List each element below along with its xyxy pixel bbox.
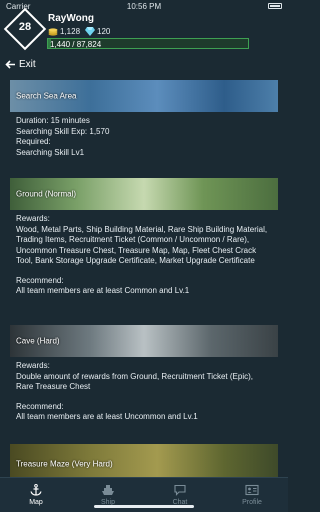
home-indicator: [94, 505, 194, 508]
ship-icon: [102, 485, 114, 495]
back-arrow-icon: [5, 60, 15, 69]
area-title: Search Sea Area: [16, 91, 77, 101]
tab-map[interactable]: Map: [0, 478, 72, 512]
rewards-label: Rewards:: [16, 361, 50, 370]
rewards-text: Wood, Metal Parts, Ship Building Materia…: [16, 224, 268, 266]
area-details: Rewards: Double amount of rewards from G…: [10, 357, 278, 423]
rewards-label: Rewards:: [16, 214, 50, 223]
coins-icon: [48, 28, 58, 36]
area-details: Duration: 15 minutes Searching Skill Exp…: [10, 112, 278, 158]
player-name: RayWong: [48, 13, 94, 24]
area-title: Ground (Normal): [16, 189, 77, 199]
gem-icon: [85, 27, 96, 36]
area-banner-ground[interactable]: Ground (Normal): [10, 178, 278, 210]
exp-bar: 1,440 / 87,824: [47, 38, 249, 49]
area-card-maze[interactable]: Treasure Maze (Very Hard): [10, 444, 278, 477]
required-text: Searching Skill Lv1: [16, 147, 85, 157]
duration-text: Duration: 15 minutes: [16, 116, 90, 125]
skill-exp-text: Searching Skill Exp: 1,570: [16, 126, 110, 136]
area-title: Treasure Maze (Very Hard): [16, 459, 113, 469]
battery-icon: [268, 3, 282, 9]
tab-label: Profile: [242, 499, 262, 506]
recommend-label: Recommend:: [16, 275, 64, 285]
recommend-label: Recommend:: [16, 401, 64, 411]
chat-icon: [174, 484, 186, 496]
area-card-sea[interactable]: Search Sea Area Duration: 15 minutes Sea…: [10, 80, 278, 158]
area-banner-maze[interactable]: Treasure Maze (Very Hard): [10, 444, 278, 477]
tab-profile[interactable]: Profile: [216, 478, 288, 512]
area-list[interactable]: Search Sea Area Duration: 15 minutes Sea…: [0, 72, 288, 477]
recommend-text: All team members are at least Common and…: [16, 286, 190, 295]
area-card-ground[interactable]: Ground (Normal) Rewards: Wood, Metal Par…: [10, 178, 278, 297]
coins-count: 1,128: [60, 27, 81, 36]
recommend-text: All team members are at least Uncommon a…: [16, 412, 198, 421]
profile-card-icon: [245, 484, 259, 496]
exit-button[interactable]: Exit: [5, 59, 36, 70]
currency-row: 1,128 120: [48, 26, 110, 37]
anchor-icon: [30, 484, 42, 496]
exit-label: Exit: [19, 59, 36, 70]
area-details: Rewards: Wood, Metal Parts, Ship Buildin…: [10, 210, 278, 297]
required-label: Required:: [16, 137, 51, 146]
area-title: Cave (Hard): [16, 336, 60, 346]
area-card-cave[interactable]: Cave (Hard) Rewards: Double amount of re…: [10, 325, 278, 423]
status-bar: Carrier 10:56 PM: [0, 0, 288, 12]
area-banner-cave[interactable]: Cave (Hard): [10, 325, 278, 357]
area-banner-sea[interactable]: Search Sea Area: [10, 80, 278, 112]
tab-label: Map: [29, 499, 43, 506]
player-level: 28: [18, 21, 32, 33]
gems-count: 120: [97, 27, 111, 36]
clock: 10:56 PM: [126, 2, 162, 11]
rewards-text: Double amount of rewards from Ground, Re…: [16, 371, 253, 392]
exp-text: 1,440 / 87,824: [50, 40, 102, 49]
